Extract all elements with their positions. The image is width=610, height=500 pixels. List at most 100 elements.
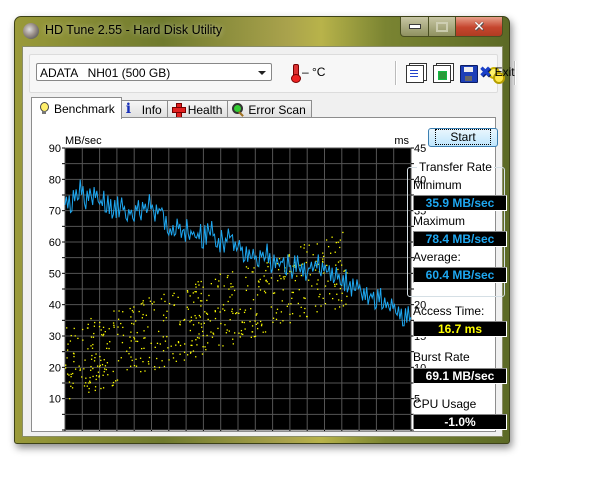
- access-time-point: [217, 285, 219, 287]
- access-time-point: [339, 246, 341, 249]
- access-time-point: [222, 304, 225, 306]
- minimize-button[interactable]: [400, 17, 429, 37]
- tab-health[interactable]: Health: [166, 100, 229, 118]
- access-time-point: [305, 261, 307, 264]
- access-time-point: [186, 354, 189, 356]
- access-time-point: [286, 305, 288, 307]
- access-time-point: [210, 331, 212, 333]
- access-time-point: [273, 292, 276, 294]
- y-left-tick-label: 70: [49, 206, 61, 218]
- access-time-point: [214, 310, 217, 313]
- access-time-point: [99, 321, 101, 324]
- access-time-point: [318, 296, 320, 298]
- access-time-point: [264, 331, 267, 333]
- access-time-point: [65, 364, 67, 366]
- tab-info[interactable]: i Info: [120, 100, 168, 118]
- access-time-point: [113, 324, 115, 327]
- access-time-point: [117, 360, 120, 362]
- maximize-button[interactable]: [429, 17, 456, 37]
- access-time-point: [279, 275, 281, 277]
- access-time-point: [200, 280, 202, 283]
- access-time-point: [129, 365, 132, 367]
- access-time-point: [90, 365, 92, 368]
- tab-benchmark[interactable]: Benchmark: [31, 97, 122, 119]
- temperature-readout: – °C: [291, 64, 325, 83]
- access-time-point: [230, 283, 232, 285]
- access-time-point: [94, 356, 96, 359]
- access-time-point: [317, 279, 319, 281]
- access-time-point: [130, 340, 132, 342]
- access-time-point: [154, 346, 156, 348]
- access-time-point: [189, 295, 191, 297]
- access-time-point: [254, 335, 257, 337]
- access-time-point: [150, 342, 152, 344]
- access-time-point: [122, 334, 125, 336]
- access-time-point: [116, 379, 119, 381]
- access-time-point: [316, 243, 318, 245]
- access-time-point: [339, 260, 341, 262]
- access-time-point: [289, 270, 291, 273]
- access-time-point: [230, 286, 232, 288]
- access-time-point: [129, 307, 131, 310]
- close-button[interactable]: ✕: [456, 17, 503, 37]
- start-button[interactable]: Start: [428, 128, 498, 147]
- access-time-point: [100, 359, 102, 362]
- access-time-point: [232, 338, 234, 340]
- access-time-point: [201, 353, 204, 355]
- access-time-point: [336, 293, 338, 295]
- access-time-point: [296, 275, 298, 277]
- access-time-point: [231, 310, 233, 313]
- access-time-point: [270, 306, 272, 308]
- access-time-point: [280, 277, 282, 280]
- access-time-point: [128, 353, 130, 355]
- tab-label: Benchmark: [54, 101, 115, 116]
- access-time-point: [195, 283, 197, 285]
- copy-screenshot-icon[interactable]: [433, 65, 451, 83]
- access-time-point: [219, 311, 221, 313]
- access-time-point: [202, 334, 204, 337]
- access-time-point: [130, 356, 132, 358]
- access-time-point: [240, 333, 243, 335]
- exit-label: Exit: [494, 65, 515, 79]
- access-time-point: [205, 349, 207, 351]
- access-time-point: [300, 306, 302, 308]
- access-time-point: [156, 357, 158, 360]
- access-time-point: [199, 300, 202, 302]
- exit-button[interactable]: ✖ Exit: [479, 65, 515, 80]
- access-time-point: [175, 360, 177, 362]
- tab-error-scan[interactable]: Error Scan: [227, 100, 312, 118]
- maximize-icon: [436, 21, 448, 32]
- access-time-point: [112, 381, 115, 384]
- access-time-point: [212, 333, 215, 335]
- y-left-tick-label: 10: [49, 394, 61, 406]
- access-time-point: [132, 311, 135, 313]
- access-time-point: [239, 308, 241, 310]
- access-time-point: [214, 278, 217, 280]
- access-time-point: [330, 252, 332, 254]
- access-time-point: [272, 292, 275, 294]
- copy-text-icon[interactable]: [406, 65, 424, 83]
- access-time-point: [69, 398, 71, 400]
- access-time-point: [73, 327, 75, 330]
- access-time-point: [329, 293, 331, 295]
- y-left-tick-label: 20: [49, 362, 61, 374]
- access-time-point: [288, 254, 290, 256]
- access-time-point: [166, 310, 168, 312]
- access-time-point: [175, 344, 177, 346]
- access-time-point: [114, 380, 117, 382]
- access-time-point: [201, 300, 203, 302]
- access-time-point: [322, 255, 325, 258]
- save-icon[interactable]: [460, 65, 478, 83]
- burst-rate-value: 69.1 MB/sec: [413, 368, 507, 384]
- access-time-point: [201, 326, 203, 328]
- access-time-point: [243, 321, 245, 324]
- access-time-point: [90, 369, 92, 371]
- access-time-point: [291, 312, 294, 315]
- average-value: 60.4 MB/sec: [413, 267, 507, 283]
- access-time-point: [186, 290, 189, 292]
- access-time-point: [314, 305, 317, 307]
- title-bar[interactable]: HD Tune 2.55 - Hard Disk Utility ✕: [15, 17, 509, 45]
- drive-select[interactable]: ADATA NH01 (500 GB): [36, 63, 272, 81]
- access-time-point: [126, 369, 128, 371]
- access-time-point: [99, 366, 101, 368]
